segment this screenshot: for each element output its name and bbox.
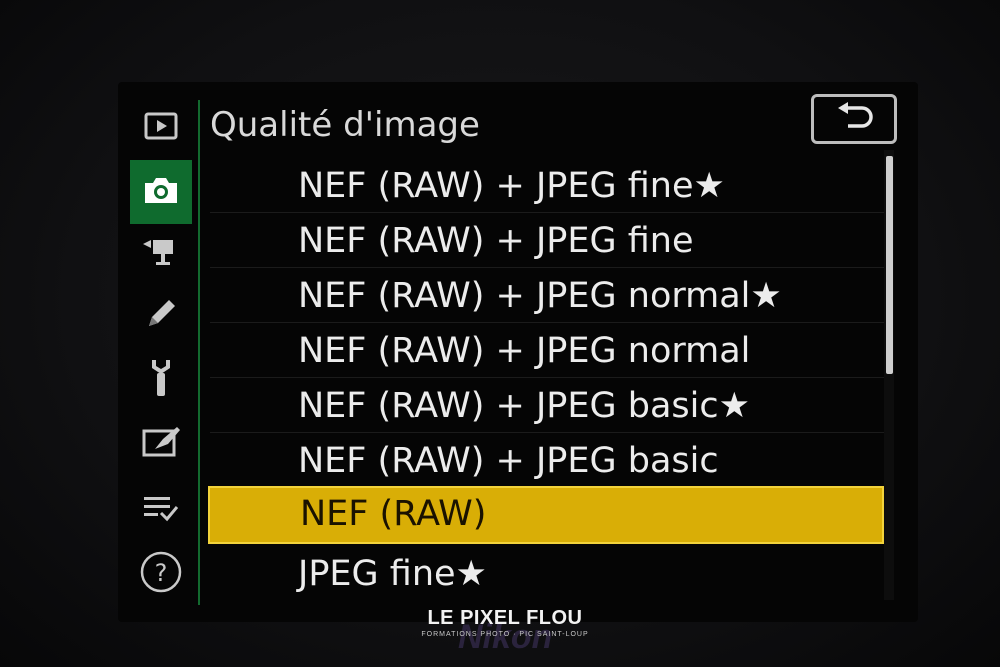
list-item[interactable]: JPEG fine★	[210, 546, 886, 600]
retouch-icon	[141, 425, 181, 463]
tab-photo-shooting[interactable]	[130, 160, 192, 224]
tab-help[interactable]: ?	[130, 548, 192, 600]
watermark: LE PIXEL FLOU FORMATIONS PHOTO · PIC SAI…	[420, 606, 590, 662]
scrollbar-thumb[interactable]	[886, 156, 893, 374]
menu-tab-strip: ?	[124, 100, 198, 605]
pencil-icon	[143, 296, 179, 336]
menu-title: Qualité d'image	[210, 105, 480, 145]
back-button[interactable]	[811, 94, 897, 144]
tab-custom-settings[interactable]	[130, 290, 192, 342]
my-menu-icon	[141, 491, 181, 529]
list-item[interactable]: NEF (RAW) + JPEG normal	[210, 323, 886, 378]
watermark-subtitle: FORMATIONS PHOTO · PIC SAINT-LOUP	[421, 631, 589, 638]
movie-icon	[141, 236, 181, 272]
tab-playback[interactable]	[130, 102, 192, 154]
watermark-title: LE PIXEL FLOU	[427, 607, 583, 629]
list-item-label: NEF (RAW) + JPEG fine★	[298, 166, 725, 206]
tab-retouch[interactable]	[130, 418, 192, 470]
list-item-label: JPEG fine★	[298, 554, 487, 594]
list-item-label: NEF (RAW) + JPEG basic	[298, 441, 719, 481]
list-item-selected[interactable]: NEF (RAW)	[208, 486, 884, 544]
list-item[interactable]: NEF (RAW) + JPEG normal★	[210, 268, 886, 323]
tab-divider	[198, 100, 200, 605]
help-icon: ?	[139, 550, 183, 598]
return-arrow-icon	[832, 102, 876, 136]
tab-movie-shooting[interactable]	[130, 228, 192, 280]
list-item-label: NEF (RAW) + JPEG basic★	[298, 386, 751, 426]
tab-my-menu[interactable]	[130, 484, 192, 536]
list-item[interactable]: NEF (RAW) + JPEG basic	[210, 433, 886, 488]
list-item[interactable]: NEF (RAW) + JPEG basic★	[210, 378, 886, 433]
tab-setup[interactable]	[130, 354, 192, 406]
list-item[interactable]: NEF (RAW) + JPEG fine★	[210, 158, 886, 213]
list-item[interactable]: NEF (RAW) + JPEG fine	[210, 213, 886, 268]
list-item-label: NEF (RAW) + JPEG normal★	[298, 276, 782, 316]
list-item-label: NEF (RAW) + JPEG normal	[298, 331, 751, 371]
playback-icon	[144, 112, 178, 144]
svg-text:?: ?	[155, 559, 168, 587]
camera-icon	[141, 174, 181, 210]
list-item-label: NEF (RAW) + JPEG fine	[298, 221, 694, 261]
wrench-icon	[146, 358, 176, 402]
list-item-label: NEF (RAW)	[300, 494, 487, 534]
